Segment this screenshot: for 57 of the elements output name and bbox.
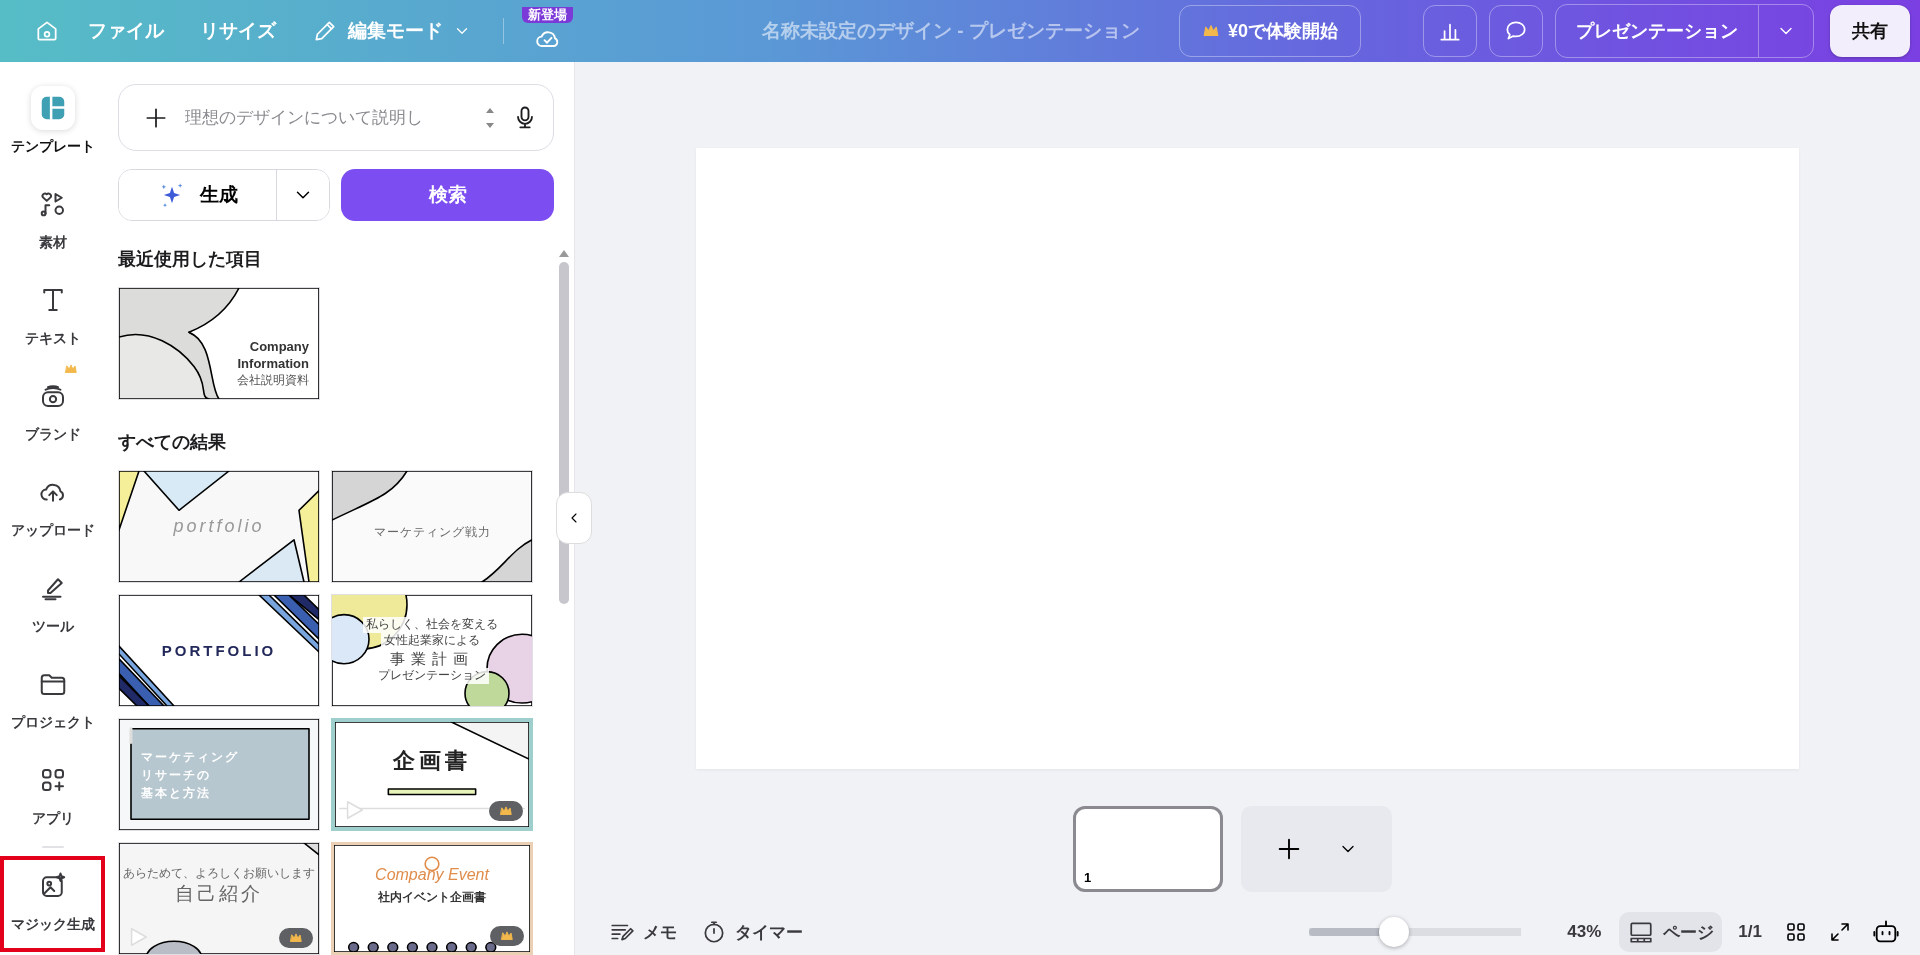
trial-button[interactable]: ¥0で体験開始: [1178, 5, 1361, 57]
comment-button[interactable]: [1489, 5, 1543, 57]
sidebar-item[interactable]: テキスト: [0, 270, 105, 366]
section-heading: 最近使用した項目: [118, 248, 263, 271]
notes-button[interactable]: メモ: [601, 915, 685, 949]
collapse-panel-button[interactable]: [556, 492, 592, 544]
expand-icon: [1828, 920, 1852, 944]
template-text: Information: [237, 355, 309, 373]
grid-icon: [1784, 920, 1808, 944]
generate-button[interactable]: 生成: [119, 170, 277, 220]
template-text: あらためて、よろしくお願いします: [122, 866, 316, 882]
sidebar-item[interactable]: ブランド: [0, 366, 105, 462]
template-thumbnail[interactable]: あらためて、よろしくお願いします 自己紹介: [118, 842, 320, 955]
crown-icon: [499, 929, 515, 943]
sidebar-item[interactable]: マジック生成: [0, 856, 105, 952]
template-thumbnail[interactable]: 企画書: [331, 718, 533, 831]
insights-button[interactable]: [1423, 5, 1477, 57]
template-thumbnail[interactable]: マーケティング戦力: [331, 470, 533, 583]
add-page-button[interactable]: [1241, 806, 1392, 892]
timer-button[interactable]: タイマー: [693, 915, 811, 949]
sidebar-item[interactable]: テンプレート: [0, 78, 105, 174]
template-text: Company: [249, 338, 309, 356]
search-button[interactable]: 検索: [341, 169, 554, 221]
template-text: portfolio: [172, 514, 266, 538]
template-thumbnail[interactable]: PORTFOLIO: [118, 594, 320, 707]
template-thumbnail[interactable]: Company Event 社内イベント企画書: [331, 842, 533, 955]
sidebar-item[interactable]: 素材: [0, 174, 105, 270]
sidebar-item[interactable]: ツール: [0, 558, 105, 654]
prompt-field[interactable]: 理想のデザインについて説明し: [118, 84, 554, 151]
document-title: 名称未設定のデザイン - プレゼンテーション: [761, 19, 1141, 43]
template-text: 会社説明資料: [237, 372, 309, 389]
template-text: リサーチの: [141, 766, 211, 784]
scroll-up-icon: [558, 248, 570, 258]
sidebar-item[interactable]: プロジェクト: [0, 654, 105, 750]
section-heading: すべての結果: [118, 431, 227, 454]
page-view-button[interactable]: ページ: [1619, 912, 1723, 952]
template-thumbnail[interactable]: 私らしく、社会を変える 女性起業家による 事業計画 プレゼンテーション: [331, 594, 533, 707]
template-text: 自己紹介: [174, 881, 264, 906]
template-text: 基本と方法: [141, 784, 211, 802]
template-text: マーケティング: [141, 748, 239, 766]
sidebar-item[interactable]: アプリ: [0, 750, 105, 846]
template-text: マーケティング戦力: [372, 524, 492, 541]
template-text: 企画書: [392, 747, 472, 776]
new-badge: 新登場: [522, 7, 573, 23]
template-text: 社内イベント企画書: [377, 890, 487, 906]
crown-icon: [498, 804, 514, 818]
template-thumbnail[interactable]: Company Information 会社説明資料: [118, 287, 320, 400]
page-count: 1/1: [1738, 922, 1762, 942]
template-text: PORTFOLIO: [160, 640, 278, 661]
slider-thumb[interactable]: [1379, 917, 1410, 947]
zoom-percentage: 43%: [1567, 922, 1602, 942]
sidebar-item[interactable]: アップロード: [0, 462, 105, 558]
template-text: Company Event: [374, 865, 491, 886]
crown-icon: [288, 931, 304, 945]
share-button[interactable]: 共有: [1830, 5, 1910, 57]
page-thumbnail[interactable]: 1: [1073, 806, 1223, 892]
prompt-input[interactable]: 理想のデザインについて説明し: [183, 106, 469, 129]
